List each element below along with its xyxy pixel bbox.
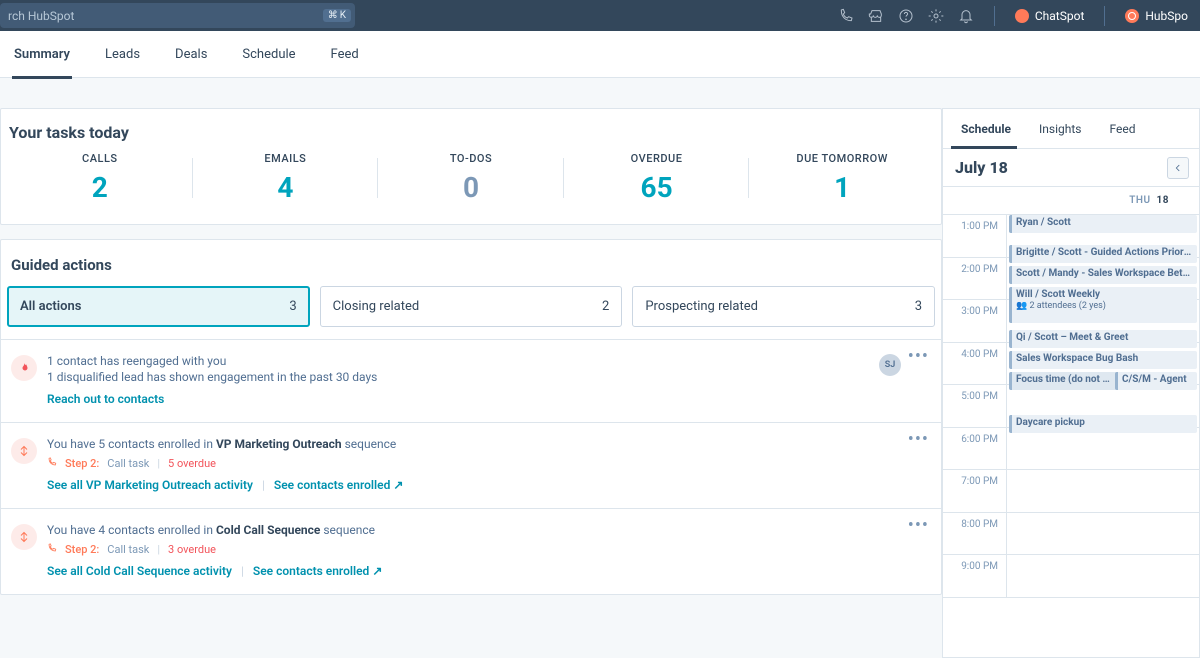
more-icon[interactable]: •••	[908, 437, 929, 443]
tab-deals[interactable]: Deals	[175, 31, 207, 78]
guided-action-item: You have 5 contacts enrolled in VP Marke…	[1, 422, 941, 508]
filter-closing-related[interactable]: Closing related 2	[320, 286, 623, 327]
side-tabs: Schedule Insights Feed	[943, 109, 1199, 149]
hour-label: 4:00 PM	[943, 343, 1007, 385]
tasks-today-title: Your tasks today	[9, 123, 935, 142]
guided-actions-title: Guided actions	[1, 240, 941, 286]
schedule-date: July 18	[955, 158, 1008, 177]
gear-icon[interactable]	[928, 8, 944, 24]
tab-schedule[interactable]: Schedule	[242, 31, 295, 78]
external-link-icon: ↗	[393, 478, 403, 492]
filter-all-actions[interactable]: All actions 3	[7, 286, 310, 327]
reach-out-link[interactable]: Reach out to contacts	[47, 392, 164, 406]
see-activity-link[interactable]: See all VP Marketing Outreach activity	[47, 478, 253, 492]
sequence-icon	[11, 524, 37, 550]
guided-action-item: You have 4 contacts enrolled in Cold Cal…	[1, 508, 941, 594]
calendar-event[interactable]: Qi / Scott – Meet & Greet	[1009, 330, 1197, 348]
calendar-event[interactable]: Ryan / Scott	[1009, 215, 1197, 233]
calendar-event[interactable]: Brigitte / Scott - Guided Actions Priori…	[1009, 245, 1197, 263]
stat-emails[interactable]: EMAILS 4	[193, 152, 379, 204]
see-contacts-link[interactable]: See contacts enrolled ↗	[253, 564, 383, 578]
more-icon[interactable]: •••	[908, 523, 929, 529]
calendar-event[interactable]: Focus time (do not bo…	[1009, 372, 1117, 390]
tasks-stats: CALLS 2 EMAILS 4 TO-DOS 0 OVERDUE 65 DUE…	[7, 152, 935, 204]
tab-summary[interactable]: Summary	[14, 31, 70, 78]
navbar-icons: ChatSpot HubSpo	[826, 6, 1200, 26]
calendar-body[interactable]: 1:00 PM2:00 PM3:00 PM4:00 PM5:00 PM6:00 …	[943, 215, 1199, 657]
calendar-event[interactable]: Sales Workspace Bug Bash	[1009, 351, 1197, 369]
sequence-icon	[11, 438, 37, 464]
prev-day-button[interactable]	[1167, 157, 1189, 179]
tasks-today-card: Your tasks today CALLS 2 EMAILS 4 TO-DOS…	[0, 108, 942, 225]
avatar[interactable]: SJ	[879, 354, 901, 376]
guided-action-headline: You have 5 contacts enrolled in VP Marke…	[47, 437, 931, 451]
search-placeholder: rch HubSpot	[4, 9, 323, 23]
filter-prospecting-related[interactable]: Prospecting related 3	[632, 286, 935, 327]
flame-icon	[11, 355, 37, 381]
help-icon[interactable]	[898, 8, 914, 24]
side-tab-schedule[interactable]: Schedule	[943, 109, 1025, 148]
calendar-event[interactable]: Will / Scott Weekly👥 2 attendees (2 yes)	[1009, 287, 1197, 323]
guided-action-headline: 1 contact has reengaged with you	[47, 354, 931, 368]
chatspot-icon	[1015, 9, 1029, 23]
hour-label: 9:00 PM	[943, 555, 1007, 597]
calendar-event[interactable]: Scott / Mandy - Sales Workspace Beta Cu	[1009, 266, 1197, 284]
hour-label: 1:00 PM	[943, 215, 1007, 257]
guided-actions-card: Guided actions All actions 3 Closing rel…	[0, 239, 942, 595]
top-navbar: rch HubSpot ⌘ K ChatSpot HubSpo	[0, 0, 1200, 31]
hour-label: 6:00 PM	[943, 428, 1007, 470]
calendar-header: THU 18	[943, 187, 1199, 215]
external-link-icon: ↗	[372, 564, 382, 578]
calendar-event[interactable]: Daycare pickup	[1009, 415, 1197, 433]
tab-feed[interactable]: Feed	[331, 31, 359, 78]
stat-due-tomorrow[interactable]: DUE TOMORROW 1	[749, 152, 935, 204]
guided-action-headline: You have 4 contacts enrolled in Cold Cal…	[47, 523, 931, 537]
schedule-panel: Schedule Insights Feed July 18 THU 18 1:…	[942, 108, 1200, 658]
stat-overdue[interactable]: OVERDUE 65	[564, 152, 750, 204]
chatspot-link[interactable]: ChatSpot	[1015, 9, 1085, 23]
main-tabs: Summary Leads Deals Schedule Feed	[0, 31, 1200, 78]
global-search[interactable]: rch HubSpot ⌘ K	[0, 3, 355, 28]
hubspot-icon	[1125, 9, 1139, 23]
bell-icon[interactable]	[958, 8, 974, 24]
phone-icon	[47, 543, 57, 556]
hour-label: 3:00 PM	[943, 300, 1007, 342]
stat-todos[interactable]: TO-DOS 0	[378, 152, 564, 204]
marketplace-icon[interactable]	[868, 8, 884, 24]
stat-calls[interactable]: CALLS 2	[7, 152, 193, 204]
hour-label: 8:00 PM	[943, 513, 1007, 555]
main-column: Your tasks today CALLS 2 EMAILS 4 TO-DOS…	[0, 78, 942, 658]
see-contacts-link[interactable]: See contacts enrolled ↗	[274, 478, 404, 492]
guided-action-subline: 1 disqualified lead has shown engagement…	[47, 370, 931, 384]
guided-action-item: 1 contact has reengaged with you 1 disqu…	[1, 339, 941, 422]
see-activity-link[interactable]: See all Cold Call Sequence activity	[47, 564, 232, 578]
hour-label: 2:00 PM	[943, 258, 1007, 300]
hour-label: 5:00 PM	[943, 385, 1007, 427]
side-tab-feed[interactable]: Feed	[1095, 109, 1149, 148]
search-shortcut: ⌘ K	[323, 9, 351, 22]
side-tab-insights[interactable]: Insights	[1025, 109, 1095, 148]
schedule-date-row: July 18	[943, 149, 1199, 187]
account-menu[interactable]: HubSpo	[1125, 9, 1188, 23]
phone-icon	[47, 457, 57, 470]
hour-label: 7:00 PM	[943, 470, 1007, 512]
more-icon[interactable]: •••	[908, 354, 929, 360]
tab-leads[interactable]: Leads	[105, 31, 140, 78]
phone-icon[interactable]	[838, 8, 854, 24]
calendar-event[interactable]: C/S/M - Agent	[1115, 372, 1197, 390]
guided-action-filters: All actions 3 Closing related 2 Prospect…	[1, 286, 941, 339]
